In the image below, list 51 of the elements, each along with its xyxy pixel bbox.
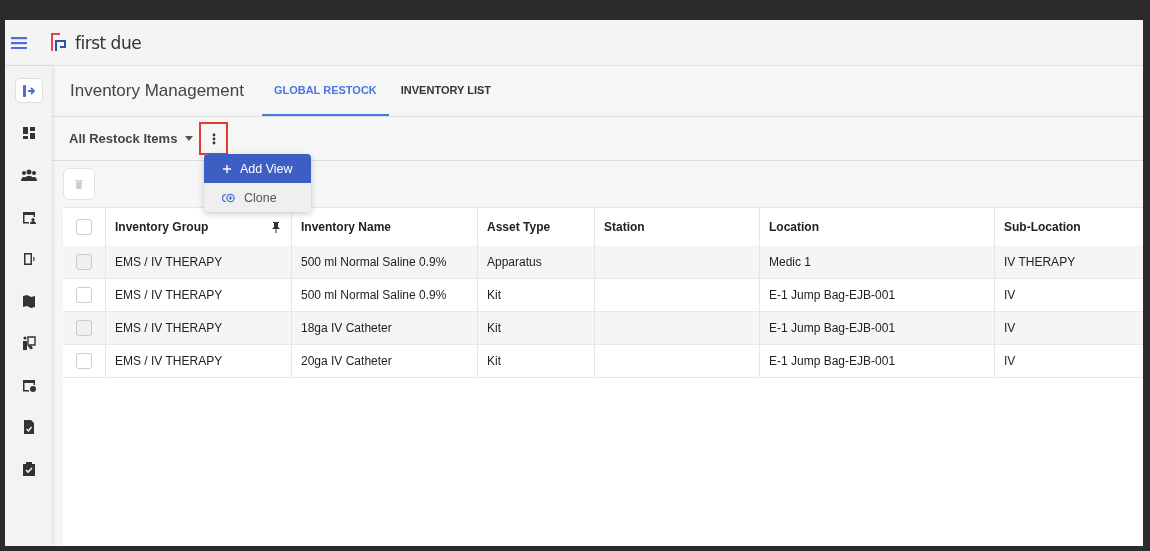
pin-icon[interactable] xyxy=(272,221,280,233)
view-dropdown[interactable]: All Restock Items xyxy=(69,131,194,146)
logo-text: first due xyxy=(75,32,142,53)
more-icon xyxy=(211,132,216,145)
menu-item[interactable]: Clone xyxy=(204,183,311,212)
table-cell: E-1 Jump Bag-EJB-001 xyxy=(769,354,896,368)
row-checkbox[interactable] xyxy=(76,320,92,336)
table-cell: Kit xyxy=(487,354,501,368)
column-header[interactable]: Sub-Location xyxy=(1004,220,1081,234)
select-all-checkbox[interactable] xyxy=(76,219,92,235)
trash-icon xyxy=(75,179,83,189)
table-cell: Kit xyxy=(487,321,501,335)
table-cell: EMS / IV THERAPY xyxy=(115,255,223,269)
column-header[interactable]: Asset Type xyxy=(487,220,551,234)
row-checkbox[interactable] xyxy=(76,287,92,303)
clipboard-check-icon xyxy=(20,460,37,477)
row-checkbox[interactable] xyxy=(76,254,92,270)
table-cell: Apparatus xyxy=(487,255,542,269)
table-cell: EMS / IV THERAPY xyxy=(115,321,223,335)
table-cell: Kit xyxy=(487,288,501,302)
dashboard-icon xyxy=(20,124,37,141)
table-cell: 20ga IV Catheter xyxy=(301,354,392,368)
caret-icon xyxy=(185,136,194,141)
tab[interactable]: GLOBAL RESTOCK xyxy=(261,66,389,116)
menu-item[interactable]: Add View xyxy=(204,154,311,183)
tab[interactable]: INVENTORY LIST xyxy=(388,66,504,116)
table-cell: IV xyxy=(1004,288,1016,302)
map-icon xyxy=(20,292,37,309)
table-cell: E-1 Jump Bag-EJB-001 xyxy=(769,321,896,335)
column-header[interactable]: Inventory Group xyxy=(115,220,209,234)
column-header[interactable]: Location xyxy=(769,220,819,234)
clone-icon xyxy=(222,192,236,203)
plus-icon xyxy=(222,163,232,174)
table-cell: EMS / IV THERAPY xyxy=(115,354,223,368)
column-header[interactable]: Station xyxy=(604,220,645,234)
presenter-icon xyxy=(20,334,37,351)
table-cell: IV xyxy=(1004,321,1016,335)
table-cell: Medic 1 xyxy=(769,255,812,269)
table-cell: IV THERAPY xyxy=(1004,255,1076,269)
table-cell: IV xyxy=(1004,354,1016,368)
exit-icon xyxy=(20,82,37,99)
page-title: Inventory Management xyxy=(70,81,244,101)
table-cell: 18ga IV Catheter xyxy=(301,321,392,335)
table-cell: E-1 Jump Bag-EJB-001 xyxy=(769,288,896,302)
table-cell: EMS / IV THERAPY xyxy=(115,288,223,302)
table-cell: 500 ml Normal Saline 0.9% xyxy=(301,288,447,302)
table-cell: 500 ml Normal Saline 0.9% xyxy=(301,255,447,269)
logo-icon xyxy=(51,33,69,52)
column-header[interactable]: Inventory Name xyxy=(301,220,392,234)
row-checkbox[interactable] xyxy=(76,353,92,369)
menu-icon[interactable] xyxy=(11,36,27,49)
